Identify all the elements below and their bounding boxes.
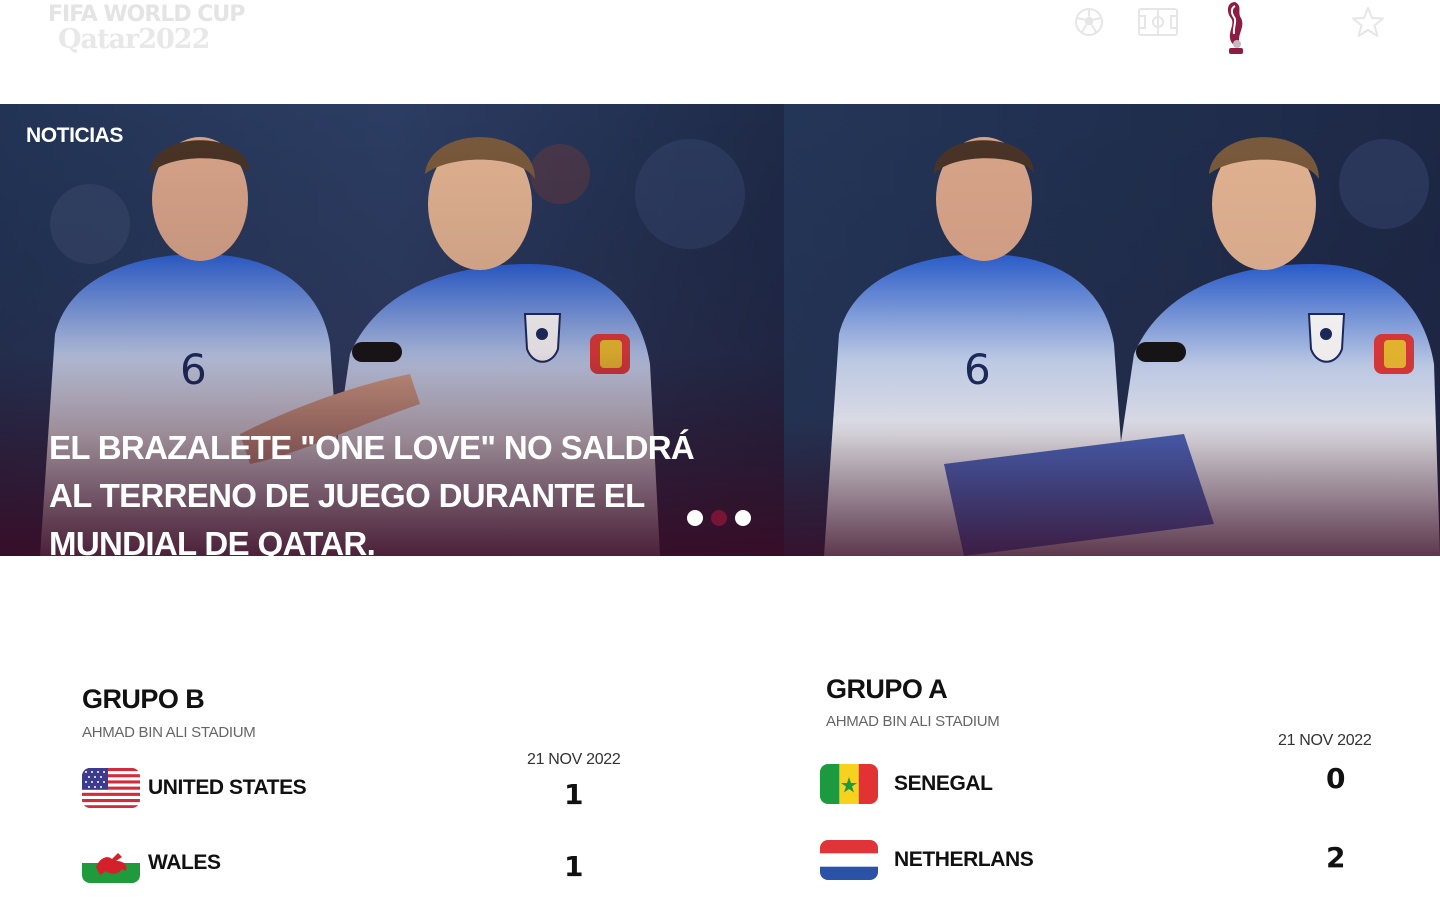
match-date: 21 NOV 2022 xyxy=(1278,732,1372,749)
group-title: GRUPO A xyxy=(826,674,948,704)
home-score: 0 xyxy=(1326,762,1346,795)
team-name: SENEGAL xyxy=(894,772,993,795)
away-score: 2 xyxy=(1326,841,1346,874)
us-flag-icon xyxy=(82,768,140,808)
team-row-away: NETHERLANS xyxy=(820,838,1034,882)
wales-flag-icon xyxy=(82,843,140,883)
section-label: NOTICIAS xyxy=(26,124,123,147)
logo-line-2: Qatar2022 xyxy=(58,24,210,55)
carousel-slide-active[interactable]: 6 NOTICIAS EL BRAZALETE "ONE LOVE" NO SA… xyxy=(0,104,784,556)
match-card[interactable]: GRUPO A AHMAD BIN ALI STADIUM 21 NOV 202… xyxy=(820,674,1380,894)
carousel-dot-3[interactable] xyxy=(735,510,751,526)
stadium-name: AHMAD BIN ALI STADIUM xyxy=(82,724,256,741)
world-cup-trophy-logo[interactable] xyxy=(1220,0,1250,56)
group-title: GRUPO B xyxy=(82,684,205,714)
match-card[interactable]: GRUPO B AHMAD BIN ALI STADIUM 21 NOV 202… xyxy=(82,684,642,894)
pitch-icon[interactable] xyxy=(1137,4,1179,40)
news-headline[interactable]: EL BRAZALETE "ONE LOVE" NO SALDRÁ AL TER… xyxy=(49,424,729,556)
news-hero-carousel[interactable]: 6 NOTICIAS EL BRAZALETE "ONE LOVE" NO SA… xyxy=(0,104,1440,556)
top-header: FIFA WORLD CUP Qatar2022 xyxy=(0,0,1440,104)
team-name: UNITED STATES xyxy=(148,776,307,799)
football-icon[interactable] xyxy=(1072,4,1106,40)
star-icon[interactable] xyxy=(1350,4,1386,40)
carousel-dot-1[interactable] xyxy=(687,510,703,526)
senegal-flag-icon xyxy=(820,764,878,804)
team-name: WALES xyxy=(148,851,221,874)
carousel-slide-next[interactable]: 6 xyxy=(784,104,1440,556)
stadium-name: AHMAD BIN ALI STADIUM xyxy=(826,713,1000,730)
team-name: NETHERLANS xyxy=(894,848,1034,871)
carousel-dot-2[interactable] xyxy=(711,510,727,526)
home-score: 1 xyxy=(564,778,584,811)
netherlands-flag-icon xyxy=(820,840,878,880)
away-score: 1 xyxy=(564,850,584,883)
team-row-away: WALES xyxy=(82,841,221,885)
fifa-world-cup-logo[interactable]: FIFA WORLD CUP Qatar2022 xyxy=(48,2,258,58)
team-row-home: SENEGAL xyxy=(820,762,993,806)
team-row-home: UNITED STATES xyxy=(82,766,307,810)
match-date: 21 NOV 2022 xyxy=(527,751,621,768)
news-photo-duplicate: 6 xyxy=(784,104,1440,556)
carousel-pagination xyxy=(687,510,751,526)
